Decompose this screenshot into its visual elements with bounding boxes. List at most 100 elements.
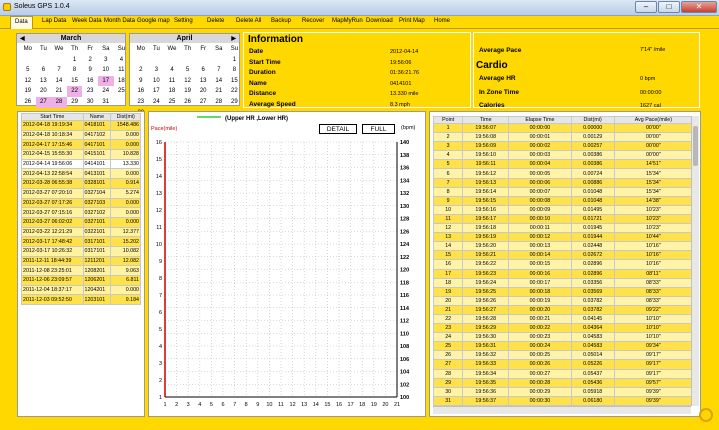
menu-week-data[interactable]: Week Data (72, 18, 102, 24)
table-row[interactable]: 13 19:56:19 00:00:12 0.01944 10'44" (432, 232, 694, 243)
calendar-day[interactable]: 22 (66, 86, 83, 97)
calendar-day[interactable]: 28 (51, 96, 67, 108)
calendar-day[interactable]: 8 (227, 65, 243, 76)
menu-print-map[interactable]: Print Map (399, 18, 425, 24)
table-row[interactable]: 14 19:56:20 00:00:13 0.02448 10'16" (432, 241, 694, 252)
menu-data[interactable]: Data (10, 16, 33, 29)
table-row[interactable]: 2011-12-08 23:25:01 1208201 9.063 (21, 265, 141, 276)
table-row[interactable]: 2012-04-15 15:55:30 0415101 10.828 (21, 149, 141, 160)
calendar-day[interactable]: 8 (67, 65, 83, 76)
table-row[interactable]: 19 19:56:25 00:00:18 0.03569 08'33" (432, 286, 694, 297)
column-header[interactable]: Avg Pace(/mile) (613, 116, 694, 124)
calendar-day[interactable]: 16 (82, 76, 98, 87)
calendar-day[interactable]: 9 (82, 65, 98, 76)
calendar-day[interactable]: 7 (51, 65, 67, 76)
calendar-day[interactable]: 10 (149, 76, 165, 87)
column-header[interactable]: Dist(mi) (110, 113, 141, 121)
calendar-day[interactable]: 27 (195, 97, 211, 108)
calendar-day[interactable]: 11 (114, 65, 130, 76)
calendar-day[interactable]: 9 (133, 76, 149, 87)
table-row[interactable]: 2012-04-18 19:19:34 0418101 1548.486 (21, 120, 141, 131)
table-row[interactable]: 4 19:56:10 00:00:03 0.00386 00'00" (432, 150, 694, 161)
table-row[interactable]: 11 19:56:17 00:00:10 0.01721 10'23" (432, 213, 694, 225)
calendar-day[interactable]: 18 (164, 86, 180, 97)
table-row[interactable]: 7 19:56:13 00:00:06 0.00886 15'34" (432, 177, 694, 188)
table-row[interactable]: 24 19:56:30 00:00:23 0.04583 10'10" (432, 332, 694, 343)
table-row[interactable]: 2012-04-18 10:18:34 0417102 0.000 (21, 129, 141, 141)
column-header[interactable]: Elapse Time (508, 116, 572, 124)
table-row[interactable]: 31 19:56:37 00:00:30 0.06180 09'39" (432, 395, 694, 406)
table-row[interactable]: 2011-12-11 18:44:39 1211201 12.082 (21, 255, 141, 267)
table-row[interactable]: 2012-03-27 06:02:02 0327101 0.000 (21, 216, 141, 228)
table-row[interactable]: 29 19:56:35 00:00:28 0.05436 09'57" (432, 377, 694, 388)
calendar-day[interactable]: 15 (67, 76, 83, 87)
calendar-day[interactable]: 13 (195, 76, 211, 87)
calendar-day[interactable]: 6 (195, 65, 211, 76)
table-row[interactable]: 2012-04-14 19:56:06 0414101 13.330 (21, 158, 141, 170)
column-header[interactable]: Name (82, 113, 112, 121)
maximize-button[interactable]: □ (658, 1, 680, 13)
calendar-day[interactable]: 27 (35, 96, 52, 108)
calendar-day[interactable]: 29 (67, 97, 83, 108)
table-row[interactable]: 2012-03-27 07:15:16 0327102 0.000 (21, 207, 141, 218)
menu-backup[interactable]: Backup (271, 18, 291, 24)
table-row[interactable]: 2 19:56:08 00:00:01 0.00129 00'00" (432, 132, 694, 143)
table-row[interactable]: 12 19:56:18 00:00:11 0.01945 10'23" (432, 223, 694, 234)
calendar-day[interactable]: 23 (82, 86, 98, 97)
table-row[interactable]: 6 19:56:12 00:00:05 0.00724 15'34" (432, 168, 694, 179)
calendar-day[interactable]: 28 (211, 97, 227, 108)
table-row[interactable]: 2012-03-22 12:21:29 0322101 12.377 (21, 226, 141, 238)
calendar-day[interactable]: 19 (180, 86, 196, 97)
menu-lap-data[interactable]: Lap Data (42, 18, 66, 24)
calendar-day[interactable]: 15 (227, 76, 243, 87)
menu-delete[interactable]: Delete (207, 18, 224, 24)
calendar-day[interactable]: 2 (133, 65, 149, 76)
calendar-day[interactable]: 1 (227, 55, 243, 66)
calendar-day[interactable]: 3 (98, 55, 114, 66)
calendar-day[interactable]: 17 (149, 86, 165, 97)
calendar-day[interactable]: 4 (114, 55, 130, 66)
calendar-day[interactable]: 25 (164, 97, 180, 108)
table-row[interactable]: 28 19:56:34 00:00:27 0.05437 09'17" (432, 368, 694, 379)
calendar-day[interactable]: 14 (211, 76, 227, 87)
calendar-day[interactable]: 31 (98, 97, 114, 108)
calendar-day[interactable]: 2 (82, 55, 98, 66)
table-row[interactable]: 20 19:56:26 00:00:19 0.03782 08'33" (432, 295, 694, 306)
menu-month-data[interactable]: Month Data (104, 18, 135, 24)
detail-button[interactable]: DETAIL (319, 124, 357, 134)
table-row[interactable]: 9 19:56:15 00:00:08 0.01048 14'38" (432, 195, 694, 206)
calendar-day[interactable]: 19 (20, 86, 36, 97)
menu-mapmyrun[interactable]: MapMyRun (332, 18, 363, 24)
menu-google-map[interactable]: Google map (137, 18, 170, 24)
table-row[interactable]: 2011-12-03 09:52:50 1203101 9.184 (21, 294, 141, 306)
table-row[interactable]: 27 19:56:33 00:00:26 0.05226 09'17" (432, 359, 694, 370)
table-row[interactable]: 21 19:56:27 00:00:20 0.03782 09'22" (432, 304, 694, 315)
table-row[interactable]: 3 19:56:09 00:00:02 0.00257 00'00" (432, 141, 694, 152)
table-row[interactable]: 2012-03-27 07:20:10 0327104 5.274 (21, 187, 141, 199)
calendar-day[interactable]: 24 (98, 86, 114, 97)
calendar-day[interactable]: 17 (97, 75, 114, 87)
full-button[interactable]: FULL (362, 124, 395, 134)
calendar-day[interactable]: 12 (20, 76, 36, 87)
calendar-day[interactable]: 3 (149, 65, 165, 76)
calendar-day[interactable]: 12 (180, 76, 196, 87)
menu-setting[interactable]: Setting (174, 18, 193, 24)
table-row[interactable]: 10 19:56:16 00:00:09 0.01495 10'23" (432, 204, 694, 215)
calendar-day[interactable]: 30 (82, 97, 98, 108)
table-row[interactable]: 2012-04-13 22:58:54 0413101 0.000 (21, 168, 141, 180)
table-row[interactable]: 16 19:56:22 00:00:15 0.02896 10'16" (432, 259, 694, 270)
table-row[interactable]: 2011-12-06 23:09:57 1206201 6.811 (21, 275, 141, 286)
calendar-day[interactable]: 13 (36, 76, 52, 87)
table-row[interactable]: 23 19:56:29 00:00:22 0.04364 10'10" (432, 323, 694, 334)
table-row[interactable]: 18 19:56:24 00:00:17 0.03356 08'33" (432, 277, 694, 288)
column-header[interactable]: Start Time (21, 113, 84, 121)
calendar-day[interactable]: 5 (180, 65, 196, 76)
column-header[interactable]: Dist(mi) (570, 116, 615, 124)
table-row[interactable]: 17 19:56:23 00:00:16 0.02896 08'11" (432, 268, 694, 279)
calendar-day[interactable]: 24 (149, 97, 165, 108)
calendar-day[interactable]: 20 (195, 86, 211, 97)
menu-delete-all[interactable]: Delete All (236, 18, 261, 24)
calendar-day[interactable]: 22 (227, 86, 243, 97)
calendar-day[interactable]: 14 (51, 76, 67, 87)
table-row[interactable]: 2012-03-17 17:48:42 0317101 15.202 (21, 236, 141, 247)
